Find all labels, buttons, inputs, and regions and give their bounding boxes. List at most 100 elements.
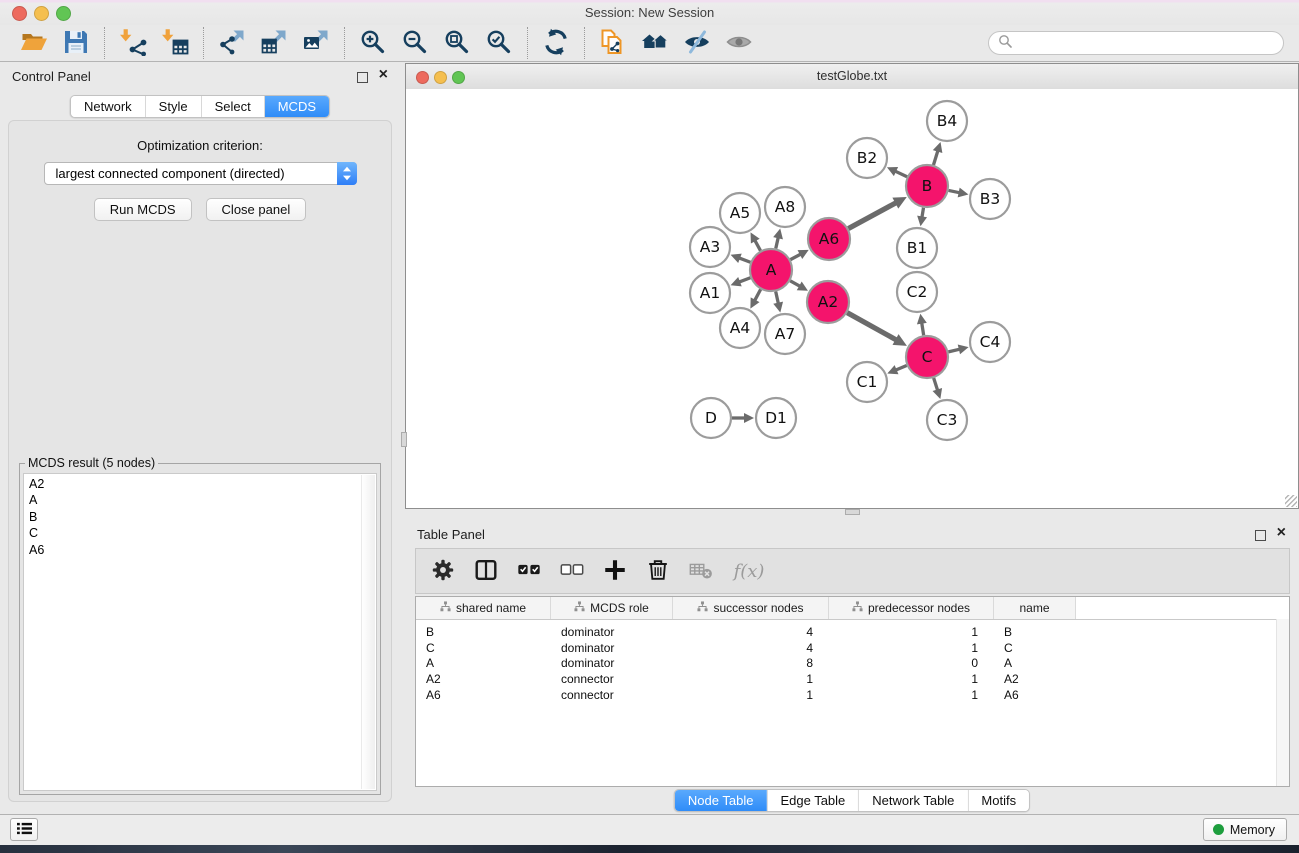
cell-predecessor-nodes[interactable]: 1	[829, 672, 994, 686]
first-neighbors-button[interactable]	[640, 28, 670, 58]
cell-mcds-role[interactable]: dominator	[551, 656, 673, 670]
column-header-predecessor-nodes[interactable]: predecessor nodes	[829, 597, 994, 619]
graph-node-A4[interactable]: A4	[720, 308, 760, 348]
graph-edge-C-C3[interactable]	[933, 378, 943, 399]
tab-mcds[interactable]: MCDS	[264, 96, 329, 117]
graph-node-C3[interactable]: C3	[927, 400, 967, 440]
graph-node-C2[interactable]: C2	[897, 272, 937, 312]
delete-columns-button[interactable]	[643, 556, 673, 586]
graph-edge-A-A6[interactable]	[790, 250, 808, 260]
import-network-button[interactable]	[118, 28, 148, 58]
cell-mcds-role[interactable]: connector	[551, 688, 673, 702]
cell-shared-name[interactable]: A	[416, 656, 551, 670]
graph-node-A1[interactable]: A1	[690, 273, 730, 313]
import-table-button[interactable]	[160, 28, 190, 58]
open-session-button[interactable]	[19, 28, 49, 58]
graph-edge-D-D1[interactable]	[732, 413, 754, 423]
mcds-result-item[interactable]: A	[29, 492, 376, 508]
cell-successor-nodes[interactable]: 8	[673, 656, 829, 670]
cell-mcds-role[interactable]: dominator	[551, 641, 673, 655]
graph-node-B1[interactable]: B1	[897, 228, 937, 268]
splitter-handle-bottom[interactable]	[845, 509, 860, 515]
graph-edge-A-A8[interactable]	[773, 228, 783, 248]
graph-edge-B-B4[interactable]	[933, 142, 943, 165]
tab-motifs[interactable]: Motifs	[967, 790, 1029, 811]
result-list-scrollbar[interactable]	[361, 475, 375, 789]
table-row[interactable]: A2connector11A2	[416, 671, 1289, 687]
graph-node-A2[interactable]: A2	[807, 281, 849, 323]
graph-node-D1[interactable]: D1	[756, 398, 796, 438]
cell-name[interactable]: C	[994, 641, 1076, 655]
export-image-button[interactable]	[301, 28, 331, 58]
column-header-mcds-role[interactable]: MCDS role	[551, 597, 673, 619]
graph-edge-A-A1[interactable]	[731, 277, 751, 286]
graph-node-C[interactable]: C	[906, 336, 948, 378]
tab-select[interactable]: Select	[201, 96, 264, 117]
run-mcds-button[interactable]: Run MCDS	[94, 198, 192, 221]
table-row[interactable]: Bdominator41B	[416, 624, 1289, 640]
graph-node-B4[interactable]: B4	[927, 101, 967, 141]
zoom-fit-button[interactable]	[442, 28, 472, 58]
cell-name[interactable]: B	[994, 625, 1076, 639]
mcds-result-list[interactable]: A2ABCA6	[23, 473, 377, 791]
network-window-titlebar[interactable]: testGlobe.txt	[406, 64, 1298, 90]
graph-node-A5[interactable]: A5	[720, 193, 760, 233]
table-row[interactable]: Adominator80A	[416, 656, 1289, 672]
cell-shared-name[interactable]: A6	[416, 688, 551, 702]
graph-node-A3[interactable]: A3	[690, 227, 730, 267]
cell-shared-name[interactable]: B	[416, 625, 551, 639]
cell-successor-nodes[interactable]: 4	[673, 641, 829, 655]
graph-edge-A-A7[interactable]	[773, 291, 783, 312]
tab-style[interactable]: Style	[145, 96, 201, 117]
table-row[interactable]: Cdominator41C	[416, 640, 1289, 656]
hide-selected-button[interactable]	[682, 28, 712, 58]
memory-button[interactable]: Memory	[1203, 818, 1287, 841]
float-table-panel-icon[interactable]	[1255, 530, 1266, 541]
mcds-result-item[interactable]: A2	[29, 476, 376, 492]
close-control-panel-icon[interactable]: ×	[379, 67, 388, 83]
graph-edge-C-C2[interactable]	[917, 314, 927, 336]
graph-edge-C-C1[interactable]	[887, 365, 906, 374]
graph-node-B[interactable]: B	[906, 165, 948, 207]
graph-edge-A-A5[interactable]	[751, 232, 761, 250]
column-header-name[interactable]: name	[994, 597, 1076, 619]
graph-edge-A-A2[interactable]	[790, 281, 808, 291]
tab-edge-table[interactable]: Edge Table	[766, 790, 858, 811]
graph-node-A[interactable]: A	[750, 249, 792, 291]
graph-edge-B-B2[interactable]	[887, 167, 907, 177]
new-network-from-selection-button[interactable]	[598, 28, 628, 58]
graph-node-C4[interactable]: C4	[970, 322, 1010, 362]
graph-edge-A6-B[interactable]	[848, 197, 906, 229]
network-canvas[interactable]: AA1A2A3A4A5A6A7A8BB1B2B3B4CC1C2C3C4DD1	[406, 89, 1298, 508]
cell-shared-name[interactable]: C	[416, 641, 551, 655]
graph-node-B3[interactable]: B3	[970, 179, 1010, 219]
graph-edge-B-B1[interactable]	[917, 208, 927, 227]
cell-mcds-role[interactable]: connector	[551, 672, 673, 686]
cell-predecessor-nodes[interactable]: 1	[829, 641, 994, 655]
dropdown-stepper-icon[interactable]	[337, 162, 357, 185]
splitter-handle-left[interactable]	[401, 432, 407, 447]
graph-node-A6[interactable]: A6	[808, 218, 850, 260]
cell-name[interactable]: A2	[994, 672, 1076, 686]
mcds-result-item[interactable]: A6	[29, 542, 376, 558]
zoom-in-button[interactable]	[358, 28, 388, 58]
export-table-button[interactable]	[259, 28, 289, 58]
export-network-button[interactable]	[217, 28, 247, 58]
graph-node-A7[interactable]: A7	[765, 314, 805, 354]
unselect-all-columns-button[interactable]	[557, 556, 587, 586]
search-box[interactable]	[988, 31, 1284, 55]
cell-successor-nodes[interactable]: 1	[673, 672, 829, 686]
save-session-button[interactable]	[61, 28, 91, 58]
column-header-shared-name[interactable]: shared name	[416, 597, 551, 619]
graph-node-C1[interactable]: C1	[847, 362, 887, 402]
graph-node-A8[interactable]: A8	[765, 187, 805, 227]
toggle-columns-button[interactable]	[471, 556, 501, 586]
refresh-view-button[interactable]	[541, 28, 571, 58]
tab-network[interactable]: Network	[71, 96, 145, 117]
create-column-button[interactable]	[600, 556, 630, 586]
select-all-columns-button[interactable]	[514, 556, 544, 586]
table-row[interactable]: A6connector11A6	[416, 687, 1289, 703]
float-control-panel-icon[interactable]	[357, 72, 368, 83]
cell-successor-nodes[interactable]: 4	[673, 625, 829, 639]
zoom-out-button[interactable]	[400, 28, 430, 58]
